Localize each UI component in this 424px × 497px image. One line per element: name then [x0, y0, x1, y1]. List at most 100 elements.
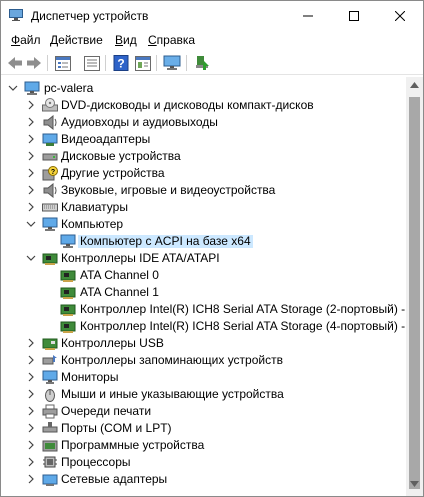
collapsed-chevron-icon[interactable]	[26, 117, 36, 127]
device-manager-window: Диспетчер устройств Файл Действие Вид Сп…	[0, 0, 424, 497]
collapsed-chevron-icon[interactable]	[26, 440, 36, 450]
scroll-down-arrow-icon[interactable]	[410, 481, 419, 487]
collapsed-chevron-icon[interactable]	[26, 457, 36, 467]
forward-icon	[27, 57, 41, 69]
tree-category-network-adapters[interactable]: Сетевые адаптеры	[2, 471, 406, 488]
tree-category-ports[interactable]: Порты (COM и LPT)	[2, 420, 406, 437]
tree-category-mice[interactable]: Мыши и иные указывающие устройства	[2, 386, 406, 403]
tree-category-audio-io[interactable]: Аудиовходы и аудиовыходы	[2, 114, 406, 131]
tree-item-label: Контроллеры IDE ATA/ATAPI	[61, 251, 220, 265]
tree-item-label: DVD-дисководы и дисководы компакт-дисков	[61, 98, 314, 112]
menu-action[interactable]: Действие	[50, 33, 103, 47]
collapsed-chevron-icon[interactable]	[26, 100, 36, 110]
tree-category-other-devices[interactable]: ? Другие устройства	[2, 165, 406, 182]
toolbar-separator	[186, 55, 187, 71]
close-button[interactable]	[377, 1, 423, 31]
forward-button[interactable]	[25, 54, 43, 72]
vertical-scrollbar[interactable]	[406, 77, 423, 496]
monitor-icon	[42, 370, 58, 384]
software-device-icon	[42, 440, 58, 452]
ide-controller-icon	[42, 253, 58, 265]
tree-item-label: Аудиовходы и аудиовыходы	[61, 115, 218, 129]
collapsed-chevron-icon[interactable]	[26, 338, 36, 348]
back-button[interactable]	[6, 54, 24, 72]
title-bar[interactable]: Диспетчер устройств	[1, 1, 423, 31]
tree-category-ide-controllers[interactable]: Контроллеры IDE ATA/ATAPI	[2, 250, 406, 267]
tree-item-label: ATA Channel 0	[80, 268, 159, 282]
maximize-button[interactable]	[331, 1, 377, 31]
tree-item-label: Дисковые устройства	[61, 149, 181, 163]
tree-item-label: Компьютер с ACPI на базе x64	[78, 234, 253, 248]
details-button[interactable]	[134, 54, 152, 72]
collapsed-chevron-icon[interactable]	[26, 474, 36, 484]
collapsed-chevron-icon[interactable]	[26, 372, 36, 382]
monitor-button[interactable]	[163, 54, 181, 72]
tree-category-sound-devices[interactable]: Звуковые, игровые и видеоустройства	[2, 182, 406, 199]
tree-device-ich8-4port[interactable]: Контроллер Intel(R) ICH8 Serial ATA Stor…	[2, 318, 406, 335]
tree-category-software-devices[interactable]: Программные устройства	[2, 437, 406, 454]
tree-category-dvd[interactable]: DVD-дисководы и дисководы компакт-дисков	[2, 97, 406, 114]
menu-view[interactable]: Вид	[115, 33, 137, 47]
svg-text:?: ?	[117, 57, 124, 71]
details-icon	[135, 55, 151, 71]
computer-icon	[42, 217, 58, 231]
menu-help[interactable]: Справка	[148, 33, 195, 47]
tree-item-label: Контроллеры USB	[61, 336, 164, 350]
tree-item-label: Видеоадаптеры	[61, 132, 151, 146]
scroll-up-arrow-icon[interactable]	[410, 82, 419, 88]
menu-file[interactable]: Файл	[11, 33, 41, 47]
minimize-icon	[303, 15, 313, 17]
tree-category-disk-drives[interactable]: Дисковые устройства	[2, 148, 406, 165]
window-title: Диспетчер устройств	[31, 9, 149, 23]
minimize-button[interactable]	[285, 1, 331, 31]
tree-category-display-adapters[interactable]: Видеоадаптеры	[2, 131, 406, 148]
collapsed-chevron-icon[interactable]	[26, 151, 36, 161]
tree-device-ata-channel-0[interactable]: ATA Channel 0	[2, 267, 406, 284]
tree-category-storage-controllers[interactable]: Контроллеры запоминающих устройств	[2, 352, 406, 369]
view-button[interactable]	[83, 54, 101, 72]
device-tree[interactable]: pc-valera DVD-дисководы и дисководы комп…	[2, 77, 406, 496]
collapsed-chevron-icon[interactable]	[26, 389, 36, 399]
processor-icon	[43, 456, 57, 468]
tree-item-label: Процессоры	[61, 455, 131, 469]
monitor-icon	[163, 55, 181, 70]
tree-category-print-queues[interactable]: Очереди печати	[2, 403, 406, 420]
collapsed-chevron-icon[interactable]	[26, 355, 36, 365]
tree-item-label: Контроллеры запоминающих устройств	[61, 353, 283, 367]
storage-controller-icon	[42, 355, 57, 365]
properties-button[interactable]	[54, 54, 72, 72]
collapsed-chevron-icon[interactable]	[26, 423, 36, 433]
port-icon	[42, 422, 58, 433]
tree-root[interactable]: pc-valera	[2, 80, 406, 97]
collapsed-chevron-icon[interactable]	[26, 185, 36, 195]
collapsed-chevron-icon[interactable]	[26, 134, 36, 144]
computer-name: pc-valera	[44, 81, 94, 95]
expanded-chevron-icon[interactable]	[26, 219, 36, 229]
collapsed-chevron-icon[interactable]	[26, 406, 36, 416]
scan-hardware-button[interactable]	[193, 54, 211, 72]
menu-bar: Файл Действие Вид Справка	[1, 31, 423, 51]
tree-item-label: Звуковые, игровые и видеоустройства	[61, 183, 276, 197]
help-button[interactable]: ?	[112, 54, 130, 72]
properties-icon	[55, 55, 71, 71]
tree-category-usb[interactable]: Контроллеры USB	[2, 335, 406, 352]
tree-item-label: Компьютер	[61, 217, 124, 231]
collapsed-chevron-icon[interactable]	[26, 168, 36, 178]
ide-controller-icon	[60, 321, 76, 333]
expanded-chevron-icon[interactable]	[8, 83, 18, 93]
scrollbar-thumb[interactable]	[409, 97, 420, 489]
expanded-chevron-icon[interactable]	[26, 253, 36, 263]
disk-icon	[42, 153, 58, 161]
usb-icon	[42, 338, 58, 350]
toolbar: ?	[1, 51, 423, 75]
tree-category-processors[interactable]: Процессоры	[2, 454, 406, 471]
tree-category-computer[interactable]: Компьютер	[2, 216, 406, 233]
tree-device-acpi-x64[interactable]: Компьютер с ACPI на базе x64	[2, 233, 406, 250]
tree-device-ata-channel-1[interactable]: ATA Channel 1	[2, 284, 406, 301]
tree-device-ich8-2port[interactable]: Контроллер Intel(R) ICH8 Serial ATA Stor…	[2, 301, 406, 318]
tree-category-keyboards[interactable]: Клавиатуры	[2, 199, 406, 216]
printer-icon	[42, 404, 58, 419]
unknown-device-icon: ?	[42, 166, 58, 181]
tree-category-monitors[interactable]: Мониторы	[2, 369, 406, 386]
collapsed-chevron-icon[interactable]	[26, 202, 36, 212]
